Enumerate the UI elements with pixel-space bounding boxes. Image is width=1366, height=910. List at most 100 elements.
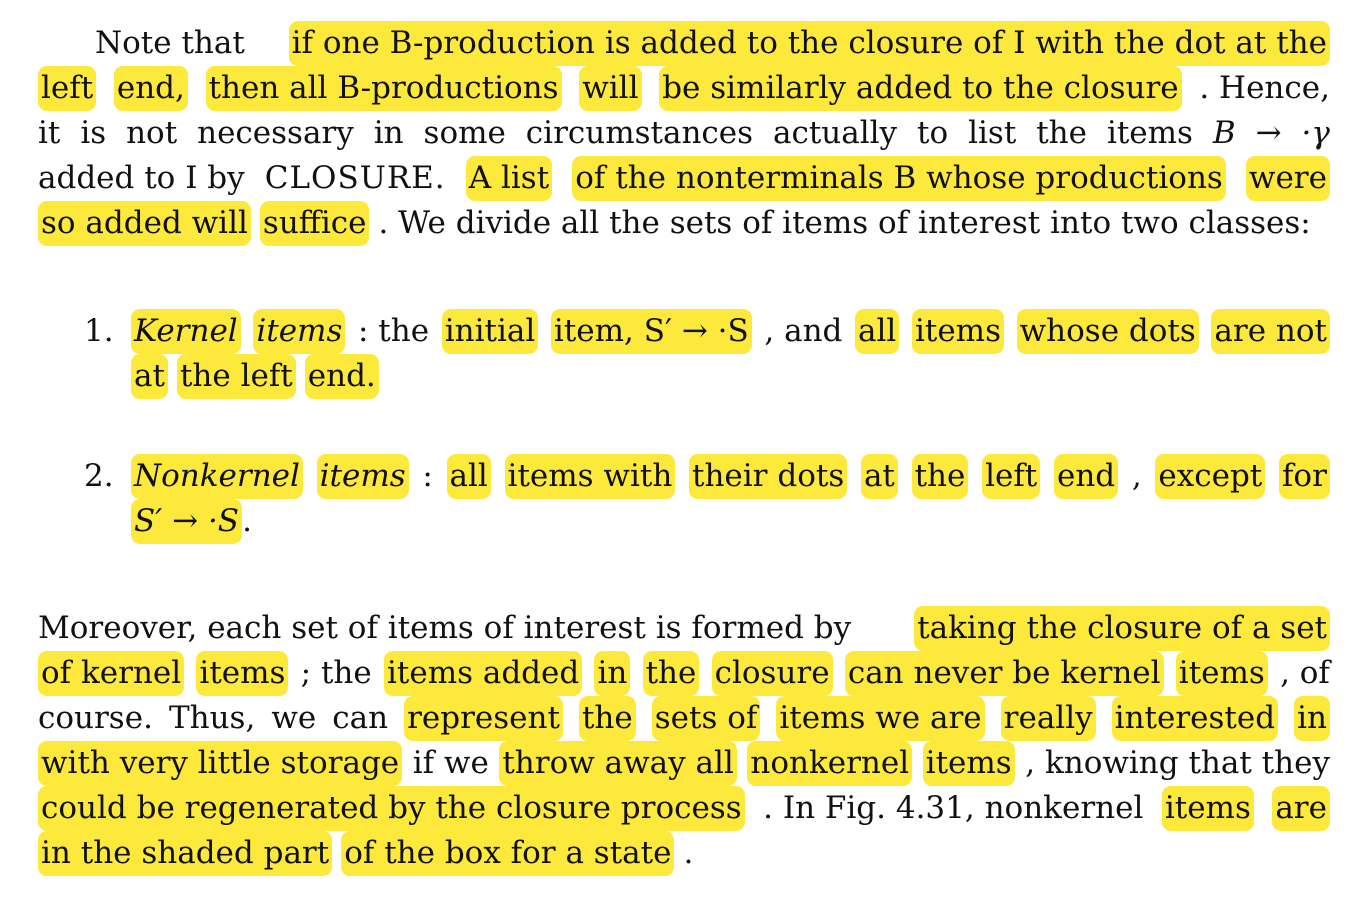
highlight-span: end. <box>304 354 379 399</box>
highlight-span: closure <box>711 651 833 696</box>
text-span: the <box>1036 115 1087 151</box>
highlight-span: items <box>1161 786 1254 831</box>
highlight-span: their dots <box>689 454 848 499</box>
text-span: , knowing that they <box>1025 745 1330 781</box>
textbook-page: Note that if one B-production is added t… <box>0 0 1366 910</box>
highlight-span: all <box>446 454 491 499</box>
text-span: . <box>683 835 694 871</box>
highlight-span: Nonkernel <box>131 454 303 499</box>
highlight-span: of the box for a state <box>341 831 675 876</box>
text-span: in <box>373 115 404 151</box>
paragraph1-line3: it is not necessary in some circumstance… <box>38 111 1330 156</box>
text-span: added to I by <box>38 160 245 196</box>
text-span: list <box>968 115 1017 151</box>
highlight-span: initial <box>441 309 539 354</box>
list-number-2: 2. <box>84 458 114 494</box>
highlight-span: items <box>922 741 1015 786</box>
highlight-span: all <box>855 309 900 354</box>
text-span: . We divide all the sets of items of int… <box>378 205 1311 241</box>
highlight-span: could be regenerated by the closure proc… <box>38 786 745 831</box>
paragraph2-line4: with very little storage if we throw awa… <box>38 741 1330 786</box>
highlight-span: if one B-production is added to the clos… <box>288 21 1330 66</box>
text-span: to <box>917 115 949 151</box>
paragraph1-line1: Note that if one B-production is added t… <box>95 21 1330 66</box>
highlight-span: in <box>1294 696 1330 741</box>
highlight-span: the <box>911 454 969 499</box>
highlight-span: will <box>579 66 642 111</box>
highlight-span: item, S′ → ·S <box>550 309 752 354</box>
highlight-span: be similarly added to the closure <box>659 66 1182 111</box>
text-span: Thus, <box>168 700 256 736</box>
highlight-span: in <box>594 651 631 696</box>
text-span: . In Fig. 4.31, nonkernel <box>763 790 1144 826</box>
highlight-span: items <box>1175 651 1268 696</box>
paragraph2-line3: course. Thus, we can represent the sets … <box>38 696 1330 741</box>
highlight-span: are <box>1272 786 1330 831</box>
highlight-span: S′ → ·S <box>131 499 243 544</box>
list-item-2-line2: S′ → ·S . <box>131 499 1330 544</box>
highlight-span: at <box>860 454 898 499</box>
highlight-span: items <box>196 651 289 696</box>
text-span: course. <box>38 700 153 736</box>
paragraph2-line1: Moreover, each set of items of interest … <box>38 606 1330 651</box>
text-span: some <box>423 115 506 151</box>
highlight-span: interested <box>1111 696 1279 741</box>
highlight-span: of the nonterminals B whose productions <box>572 156 1226 201</box>
text-span: circumstances <box>525 115 754 151</box>
highlight-span: suffice <box>259 201 370 246</box>
highlight-span: items <box>911 309 1004 354</box>
highlight-span: left <box>38 66 97 111</box>
paragraph1-line2: left end, then all B-productions will be… <box>38 66 1330 111</box>
highlight-span: the left <box>176 354 296 399</box>
text-span: : <box>422 458 433 494</box>
paragraph2-line5: could be regenerated by the closure proc… <box>38 786 1330 831</box>
text-span: , and <box>764 313 843 349</box>
highlight-span: items we are <box>776 696 985 741</box>
text-span: necessary <box>197 115 354 151</box>
highlight-span: represent <box>404 696 563 741</box>
highlight-span: in the shaded part <box>38 831 333 876</box>
highlight-span: A list <box>465 156 553 201</box>
highlight-span: sets of <box>651 696 761 741</box>
highlight-span: except <box>1155 454 1266 499</box>
highlight-span: of kernel <box>38 651 185 696</box>
paragraph2-line6: in the shaded part of the box for a stat… <box>38 831 1330 876</box>
highlight-span: items <box>316 454 409 499</box>
list-item-1-line1: Kernel items : the initial item, S′ → ·S… <box>131 309 1330 354</box>
text-span: Note that <box>95 25 245 61</box>
text-span: . Hence, <box>1199 70 1330 106</box>
highlight-span: can never be kernel <box>844 651 1164 696</box>
highlight-span: end, <box>113 66 188 111</box>
text-span: if we <box>412 745 489 781</box>
paragraph2-line2: of kernel items ; the items added in the… <box>38 651 1330 696</box>
highlight-span: were <box>1245 156 1330 201</box>
highlight-span: items <box>253 309 346 354</box>
highlight-span: with very little storage <box>38 741 403 786</box>
highlight-span: items with <box>504 454 676 499</box>
highlight-span: for <box>1278 454 1330 499</box>
paragraph1-line4: added to I by CLOSURE. A list of the non… <box>38 156 1330 201</box>
highlight-span: end <box>1053 454 1119 499</box>
text-span: . <box>242 503 252 539</box>
text-span: is <box>80 115 107 151</box>
text-span: ; the <box>300 655 372 691</box>
list-item-2-line1: Nonkernel items : all items with their d… <box>131 454 1330 499</box>
math-symbol: B <box>1212 115 1236 151</box>
math-symbol: ·γ <box>1301 115 1330 151</box>
paragraph1-line5: so added will suffice . We divide all th… <box>38 201 1330 246</box>
text-span: not <box>126 115 178 151</box>
list-item-1-line2: at the left end. <box>131 354 1330 399</box>
text-span: we <box>271 700 317 736</box>
closure-smallcaps: CLOSURE. <box>264 160 446 196</box>
highlight-span: are not <box>1211 309 1330 354</box>
highlight-span: items added <box>383 651 583 696</box>
list-number-1: 1. <box>84 313 114 349</box>
highlight-span: whose dots <box>1016 309 1199 354</box>
highlight-span: so added will <box>38 201 251 246</box>
highlight-span: then all B-productions <box>205 66 562 111</box>
text-span: can <box>332 700 389 736</box>
highlight-span: really <box>1000 696 1096 741</box>
highlight-span: taking the closure of a set <box>914 606 1330 651</box>
highlight-span: nonkernel <box>747 741 913 786</box>
highlight-span: throw away all <box>499 741 737 786</box>
